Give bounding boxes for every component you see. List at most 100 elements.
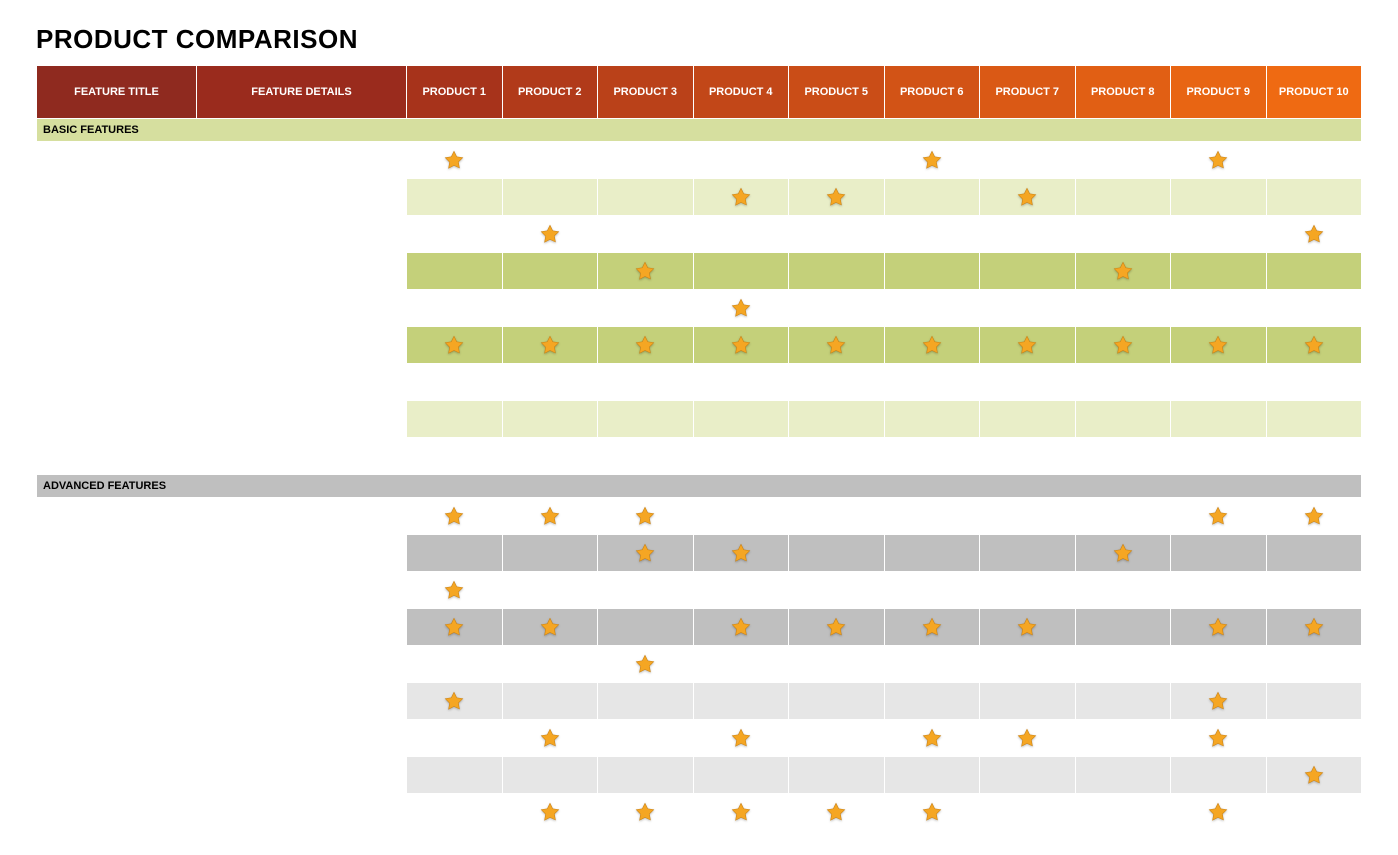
product-cell (407, 646, 503, 683)
product-cell (789, 572, 885, 609)
table-row (37, 757, 1362, 794)
product-cell (980, 327, 1076, 364)
product-cell (693, 142, 789, 179)
col-product-1: PRODUCT 1 (407, 66, 503, 119)
product-cell (693, 609, 789, 646)
feature-details-cell (197, 498, 407, 535)
product-cell (1075, 572, 1171, 609)
product-cell (884, 401, 980, 438)
feature-title-cell (37, 572, 197, 609)
product-cell (1171, 646, 1267, 683)
product-cell (980, 794, 1076, 831)
product-cell (407, 609, 503, 646)
product-cell (1266, 253, 1362, 290)
product-cell (1075, 498, 1171, 535)
product-cell (1266, 401, 1362, 438)
product-cell (598, 757, 694, 794)
product-cell (407, 757, 503, 794)
product-cell (1171, 290, 1267, 327)
product-cell (884, 720, 980, 757)
product-cell (980, 646, 1076, 683)
table-row (37, 290, 1362, 327)
star-icon (634, 265, 656, 277)
star-icon (730, 547, 752, 559)
product-cell (1266, 216, 1362, 253)
product-cell (598, 290, 694, 327)
product-cell (693, 438, 789, 475)
product-cell (884, 646, 980, 683)
table-row (37, 683, 1362, 720)
feature-details-cell (197, 720, 407, 757)
comparison-table: FEATURE TITLE FEATURE DETAILS PRODUCT 1 … (36, 65, 1362, 831)
star-icon (1207, 695, 1229, 707)
product-cell (884, 327, 980, 364)
product-cell (1171, 142, 1267, 179)
star-icon (825, 339, 847, 351)
product-cell (980, 438, 1076, 475)
product-cell (1171, 364, 1267, 401)
product-cell (693, 498, 789, 535)
star-icon (1112, 339, 1134, 351)
product-cell (502, 364, 598, 401)
product-cell (1171, 179, 1267, 216)
table-row (37, 572, 1362, 609)
product-cell (1075, 757, 1171, 794)
product-cell (1171, 757, 1267, 794)
product-cell (884, 364, 980, 401)
product-cell (884, 683, 980, 720)
product-cell (502, 683, 598, 720)
product-cell (884, 438, 980, 475)
product-cell (1171, 253, 1267, 290)
feature-title-cell (37, 253, 197, 290)
product-cell (980, 253, 1076, 290)
table-row (37, 438, 1362, 475)
star-icon (730, 806, 752, 818)
product-cell (789, 757, 885, 794)
product-cell (1266, 720, 1362, 757)
feature-title-cell (37, 498, 197, 535)
product-cell (980, 572, 1076, 609)
product-cell (1075, 683, 1171, 720)
product-cell (884, 179, 980, 216)
product-cell (502, 609, 598, 646)
product-cell (884, 290, 980, 327)
feature-details-cell (197, 646, 407, 683)
star-icon (921, 154, 943, 166)
feature-title-cell (37, 646, 197, 683)
product-cell (1075, 535, 1171, 572)
product-cell (980, 216, 1076, 253)
star-icon (1016, 621, 1038, 633)
product-cell (502, 572, 598, 609)
product-cell (1075, 179, 1171, 216)
table-row (37, 535, 1362, 572)
table-row (37, 646, 1362, 683)
product-cell (407, 572, 503, 609)
product-cell (502, 438, 598, 475)
feature-title-cell (37, 757, 197, 794)
star-icon (825, 621, 847, 633)
product-cell (789, 794, 885, 831)
feature-details-cell (197, 142, 407, 179)
product-cell (1266, 498, 1362, 535)
product-cell (1171, 609, 1267, 646)
col-product-10: PRODUCT 10 (1266, 66, 1362, 119)
star-icon (1303, 228, 1325, 240)
product-cell (693, 646, 789, 683)
product-cell (1075, 438, 1171, 475)
product-cell (789, 646, 885, 683)
product-cell (598, 401, 694, 438)
star-icon (443, 510, 465, 522)
feature-details-cell (197, 794, 407, 831)
table-row (37, 216, 1362, 253)
star-icon (1303, 621, 1325, 633)
product-cell (502, 646, 598, 683)
product-cell (980, 720, 1076, 757)
product-cell (789, 683, 885, 720)
product-cell (598, 253, 694, 290)
feature-title-cell (37, 327, 197, 364)
product-cell (1266, 438, 1362, 475)
feature-title-cell (37, 401, 197, 438)
star-icon (539, 621, 561, 633)
feature-title-cell (37, 290, 197, 327)
product-cell (884, 535, 980, 572)
